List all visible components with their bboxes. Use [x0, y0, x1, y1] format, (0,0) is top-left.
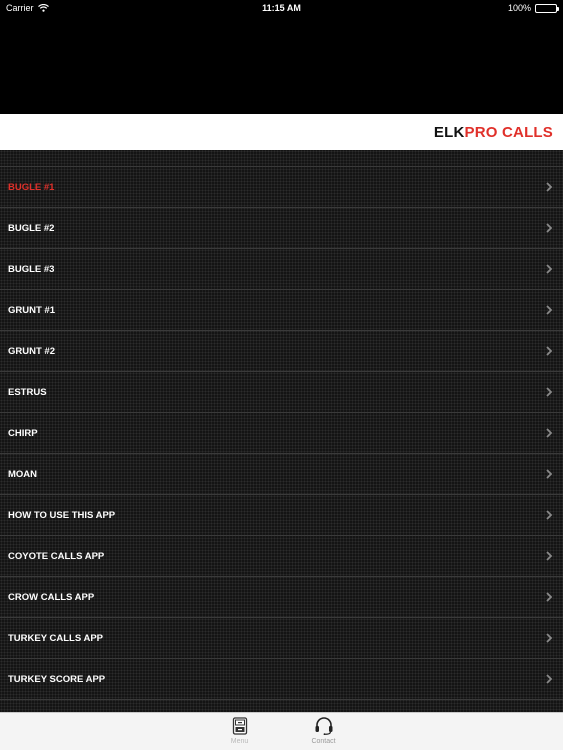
- chevron-right-icon: [546, 305, 553, 315]
- menu-item-bugle-3[interactable]: BUGLE #3: [0, 249, 563, 290]
- app-title-rest: PRO CALLS: [464, 123, 553, 141]
- menu-cabinet-icon: [232, 717, 247, 735]
- tab-bar: Menu Contact: [0, 712, 563, 750]
- chevron-right-icon: [546, 346, 553, 356]
- tab-contact[interactable]: Contact: [299, 717, 349, 745]
- chevron-right-icon: [546, 264, 553, 274]
- menu-item-label: MOAN: [8, 468, 38, 480]
- menu-item-label: HOW TO USE THIS APP: [8, 509, 116, 521]
- chevron-right-icon: [546, 510, 553, 520]
- menu-item-label: TURKEY CALLS APP: [8, 632, 104, 644]
- menu-item-bugle-2[interactable]: BUGLE #2: [0, 208, 563, 249]
- title-bar: ELKPRO CALLS: [0, 114, 563, 150]
- menu-item-label: TURKEY SCORE APP: [8, 673, 106, 685]
- carrier-label: Carrier: [6, 3, 34, 13]
- menu-item-turkey-score[interactable]: TURKEY SCORE APP: [0, 659, 563, 700]
- menu-list[interactable]: BUGLE #1 BUGLE #2 BUGLE #3 GRUNT #1 GRUN…: [0, 150, 563, 712]
- menu-item-label: BUGLE #3: [8, 263, 55, 275]
- wifi-icon: [37, 4, 49, 12]
- menu-item-crow-calls[interactable]: CROW CALLS APP: [0, 577, 563, 618]
- menu-item-label: ESTRUS: [8, 386, 47, 398]
- menu-item-estrus[interactable]: ESTRUS: [0, 372, 563, 413]
- chevron-right-icon: [546, 551, 553, 561]
- menu-item-chirp[interactable]: CHIRP: [0, 413, 563, 454]
- chevron-right-icon: [546, 633, 553, 643]
- menu-item-grunt-2[interactable]: GRUNT #2: [0, 331, 563, 372]
- ad-banner-area: [0, 16, 563, 114]
- chevron-right-icon: [546, 674, 553, 684]
- list-top-spacer: [0, 150, 563, 167]
- chevron-right-icon: [546, 223, 553, 233]
- tab-contact-label: Contact: [311, 738, 336, 745]
- status-right: 100%: [507, 3, 559, 13]
- chevron-right-icon: [546, 592, 553, 602]
- menu-item-label: BUGLE #1: [8, 181, 55, 193]
- chevron-right-icon: [546, 387, 553, 397]
- chevron-right-icon: [546, 469, 553, 479]
- menu-item-turkey-calls[interactable]: TURKEY CALLS APP: [0, 618, 563, 659]
- tab-menu-label: Menu: [230, 738, 249, 745]
- menu-item-label: CROW CALLS APP: [8, 591, 95, 603]
- menu-item-bugle-1[interactable]: BUGLE #1: [0, 167, 563, 208]
- menu-item-label: COYOTE CALLS APP: [8, 550, 105, 562]
- menu-item-label: CHIRP: [8, 427, 38, 439]
- headset-icon: [315, 717, 332, 735]
- app-title-elk: ELK: [433, 123, 465, 141]
- chevron-right-icon: [546, 182, 553, 192]
- menu-item-label: GRUNT #1: [8, 304, 55, 316]
- menu-item-coyote-calls[interactable]: COYOTE CALLS APP: [0, 536, 563, 577]
- status-bar: Carrier 11:15 AM 100%: [0, 0, 563, 16]
- status-time: 11:15 AM: [262, 3, 301, 13]
- menu-item-label: BUGLE #2: [8, 222, 55, 234]
- menu-item-how-to-use[interactable]: HOW TO USE THIS APP: [0, 495, 563, 536]
- tab-menu[interactable]: Menu: [215, 717, 265, 745]
- battery-icon: [535, 3, 559, 13]
- menu-item-grunt-1[interactable]: GRUNT #1: [0, 290, 563, 331]
- menu-item-label: GRUNT #2: [8, 345, 55, 357]
- status-left: Carrier: [6, 3, 49, 13]
- chevron-right-icon: [546, 428, 553, 438]
- battery-percent: 100%: [507, 3, 531, 13]
- menu-item-moan[interactable]: MOAN: [0, 454, 563, 495]
- app-title: ELKPRO CALLS: [434, 124, 553, 141]
